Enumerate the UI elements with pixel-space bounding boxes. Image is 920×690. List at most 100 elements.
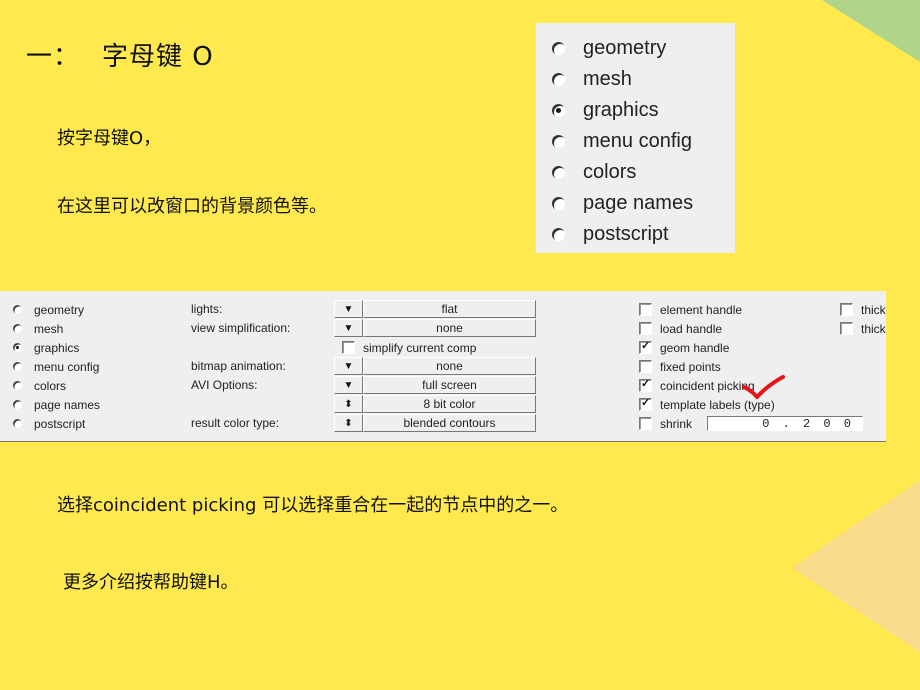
checkbox-label: thick	[861, 302, 886, 317]
bitmap-animation-label: bitmap animation:	[191, 359, 286, 373]
radio-label: page names	[583, 191, 694, 214]
slide-title: 一： 字母键 O	[26, 36, 214, 73]
corner-green-triangle	[822, 0, 920, 62]
checkbox-label: simplify current comp	[363, 340, 477, 355]
load-handle-checkbox[interactable]: load handle	[639, 319, 722, 338]
radio-icon	[552, 227, 565, 241]
page-selector-zoomed: geometry mesh graphics menu config color…	[536, 23, 735, 253]
coincident-picking-checkbox[interactable]: coincident picking	[639, 376, 755, 395]
radio-label: menu config	[583, 129, 692, 152]
checkbox-label: fixed points	[660, 359, 721, 374]
checkbox-label: thick	[861, 321, 886, 336]
page-radio-graphics[interactable]: graphics	[13, 338, 79, 357]
color-depth-value[interactable]: 8 bit color	[363, 395, 536, 413]
radio-page-names[interactable]: page names	[552, 189, 693, 217]
chevron-down-icon[interactable]: ▼	[334, 319, 363, 337]
radio-label: graphics	[34, 340, 80, 355]
radio-colors[interactable]: colors	[552, 158, 636, 186]
text-coincident-picking: 选择coincident picking 可以选择重合在一起的节点中的之一。	[57, 495, 569, 516]
result-color-type-toggle[interactable]: ⬍ blended contours	[334, 414, 536, 432]
radio-icon	[13, 305, 22, 314]
radio-mesh[interactable]: mesh	[552, 65, 632, 93]
radio-label: colors	[583, 160, 637, 183]
checkbox-label: geom handle	[660, 340, 730, 355]
radio-postscript[interactable]: postscript	[552, 220, 669, 248]
text-press-o: 按字母键O，	[57, 128, 162, 149]
simplify-current-comp-checkbox[interactable]: simplify current comp	[342, 338, 476, 357]
page-radio-postscript[interactable]: postscript	[13, 414, 85, 433]
page-radio-geometry[interactable]: geometry	[13, 300, 84, 319]
checkbox-icon	[639, 417, 652, 430]
checkbox-label: shrink	[660, 416, 693, 431]
radio-graphics[interactable]: graphics	[552, 96, 659, 124]
radio-label: mesh	[34, 321, 64, 336]
radio-label: colors	[34, 378, 67, 393]
chevron-down-icon[interactable]: ▼	[334, 376, 363, 394]
avi-options-dropdown[interactable]: ▼ full screen	[334, 376, 536, 394]
title-number: 一：	[26, 42, 81, 72]
checkbox-icon	[639, 360, 652, 373]
radio-geometry[interactable]: geometry	[552, 34, 666, 62]
title-text: 字母键 O	[102, 42, 214, 72]
options-panel: geometry mesh graphics menu config color…	[0, 291, 886, 442]
radio-label: geometry	[34, 302, 85, 317]
radio-icon	[13, 400, 22, 409]
radio-label: page names	[34, 397, 101, 412]
lights-value[interactable]: flat	[363, 300, 536, 318]
view-simplification-value[interactable]: none	[363, 319, 536, 337]
page-radio-page-names[interactable]: page names	[13, 395, 100, 414]
thick-checkbox-2[interactable]: thick	[840, 319, 886, 338]
spinner-arrows-icon[interactable]: ⬍	[334, 414, 363, 432]
shrink-value-input[interactable]: 0 . 2 0 0	[707, 416, 863, 431]
radio-selected-icon	[13, 343, 22, 352]
radio-icon	[552, 196, 565, 210]
radio-icon	[552, 165, 565, 179]
element-handle-checkbox[interactable]: element handle	[639, 300, 742, 319]
bitmap-animation-value[interactable]: none	[363, 357, 536, 375]
result-color-type-value[interactable]: blended contours	[363, 414, 536, 432]
chevron-down-icon[interactable]: ▼	[334, 357, 363, 375]
checkbox-icon	[639, 322, 652, 335]
radio-menu-config[interactable]: menu config	[552, 127, 692, 155]
view-simplification-label: view simplification:	[191, 321, 291, 335]
radio-icon	[552, 134, 565, 148]
radio-icon	[13, 362, 22, 371]
radio-label: graphics	[583, 98, 659, 121]
fixed-points-checkbox[interactable]: fixed points	[639, 357, 721, 376]
view-simplification-dropdown[interactable]: ▼ none	[334, 319, 536, 337]
red-checkmark-annotation	[742, 375, 785, 399]
radio-label: geometry	[583, 36, 667, 59]
avi-options-value[interactable]: full screen	[363, 376, 536, 394]
checkbox-label: load handle	[660, 321, 723, 336]
checkbox-checked-icon	[639, 396, 652, 411]
color-depth-toggle[interactable]: ⬍ 8 bit color	[334, 395, 536, 413]
lights-dropdown[interactable]: ▼ flat	[334, 300, 536, 318]
page-radio-colors[interactable]: colors	[13, 376, 66, 395]
shrink-checkbox[interactable]: shrink	[639, 414, 692, 433]
page-radio-menu-config[interactable]: menu config	[13, 357, 99, 376]
page-radio-mesh[interactable]: mesh	[13, 319, 63, 338]
radio-label: postscript	[34, 416, 86, 431]
radio-icon	[552, 72, 565, 86]
checkbox-icon	[840, 322, 853, 335]
result-color-type-label: result color type:	[191, 416, 280, 430]
tan-arrow-shape	[792, 480, 920, 652]
text-change-background: 在这里可以改窗口的背景颜色等。	[57, 196, 327, 217]
radio-label: postscript	[583, 222, 669, 245]
checkbox-icon	[639, 303, 652, 316]
radio-label: mesh	[583, 67, 632, 90]
thick-checkbox-1[interactable]: thick	[840, 300, 886, 319]
checkbox-checked-icon	[639, 377, 652, 392]
lights-label: lights:	[191, 302, 223, 316]
geom-handle-checkbox[interactable]: geom handle	[639, 338, 729, 357]
radio-selected-icon	[552, 103, 565, 117]
chevron-down-icon[interactable]: ▼	[334, 300, 363, 318]
radio-icon	[13, 381, 22, 390]
spinner-arrows-icon[interactable]: ⬍	[334, 395, 363, 413]
checkbox-icon	[342, 341, 355, 354]
radio-icon	[13, 419, 22, 428]
bitmap-animation-dropdown[interactable]: ▼ none	[334, 357, 536, 375]
checkbox-icon	[840, 303, 853, 316]
checkbox-label: element handle	[660, 302, 743, 317]
radio-label: menu config	[34, 359, 100, 374]
